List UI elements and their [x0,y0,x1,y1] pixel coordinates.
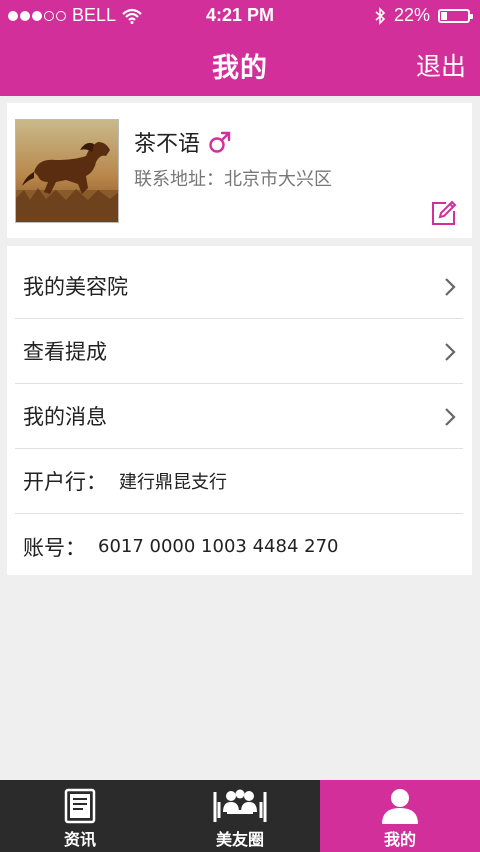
address-label: 联系地址： [134,169,224,190]
menu-item-commission[interactable]: 查看提成 [15,319,463,384]
user-name: 茶不语 [134,132,201,157]
friends-icon [213,789,267,822]
tab-me[interactable]: 我的 [320,780,480,852]
menu-list: 我的美容院 查看提成 我的消息 开户行： 建行鼎昆支行 账号： 6017 000… [7,246,472,575]
nav-header: 我的 退出 [0,32,480,96]
tab-label: 美友圈 [215,830,264,849]
horse-photo [16,120,118,222]
profile-card: 茶不语 联系地址：北京市大兴区 [7,103,472,238]
avatar[interactable] [15,119,119,223]
menu-item-messages[interactable]: 我的消息 [15,384,463,449]
logout-button[interactable]: 退出 [416,47,466,83]
status-right: 22% [374,5,473,26]
battery-percent: 22% [393,5,430,25]
menu-item-label: 我的美容院 [23,275,128,299]
profile-name-row: 茶不语 [134,126,232,158]
page-title: 我的 [212,53,268,84]
account-value: 6017 0000 1003 4484 270 [98,536,339,557]
battery-icon [438,8,473,23]
menu-item-label: 我的消息 [23,405,107,429]
user-icon [382,789,418,824]
bank-row: 开户行： 建行鼎昆支行 [15,449,463,514]
bank-label: 开户行： [23,470,107,494]
bank-value: 建行鼎昆支行 [119,472,227,493]
tab-label: 资讯 [63,830,96,849]
edit-profile-icon[interactable] [430,199,458,227]
address-value: 北京市大兴区 [224,169,332,190]
account-row: 账号： 6017 0000 1003 4484 270 [15,514,463,579]
tab-bar: 资讯 美友圈 我的 [0,780,480,852]
bluetooth-icon [375,6,386,25]
chevron-right-icon [445,343,456,361]
tab-friends[interactable]: 美友圈 [160,780,320,852]
account-label: 账号： [23,535,86,560]
chevron-right-icon [445,408,456,426]
news-icon [64,788,96,824]
status-bar: BELL 4:21 PM 22% [0,0,480,32]
menu-item-my-salon[interactable]: 我的美容院 [15,254,463,319]
menu-item-label: 查看提成 [23,340,107,364]
male-gender-icon [209,131,231,153]
tab-label: 我的 [383,830,416,849]
address-row: 联系地址：北京市大兴区 [134,165,332,191]
tab-news[interactable]: 资讯 [0,780,160,852]
chevron-right-icon [445,278,456,296]
